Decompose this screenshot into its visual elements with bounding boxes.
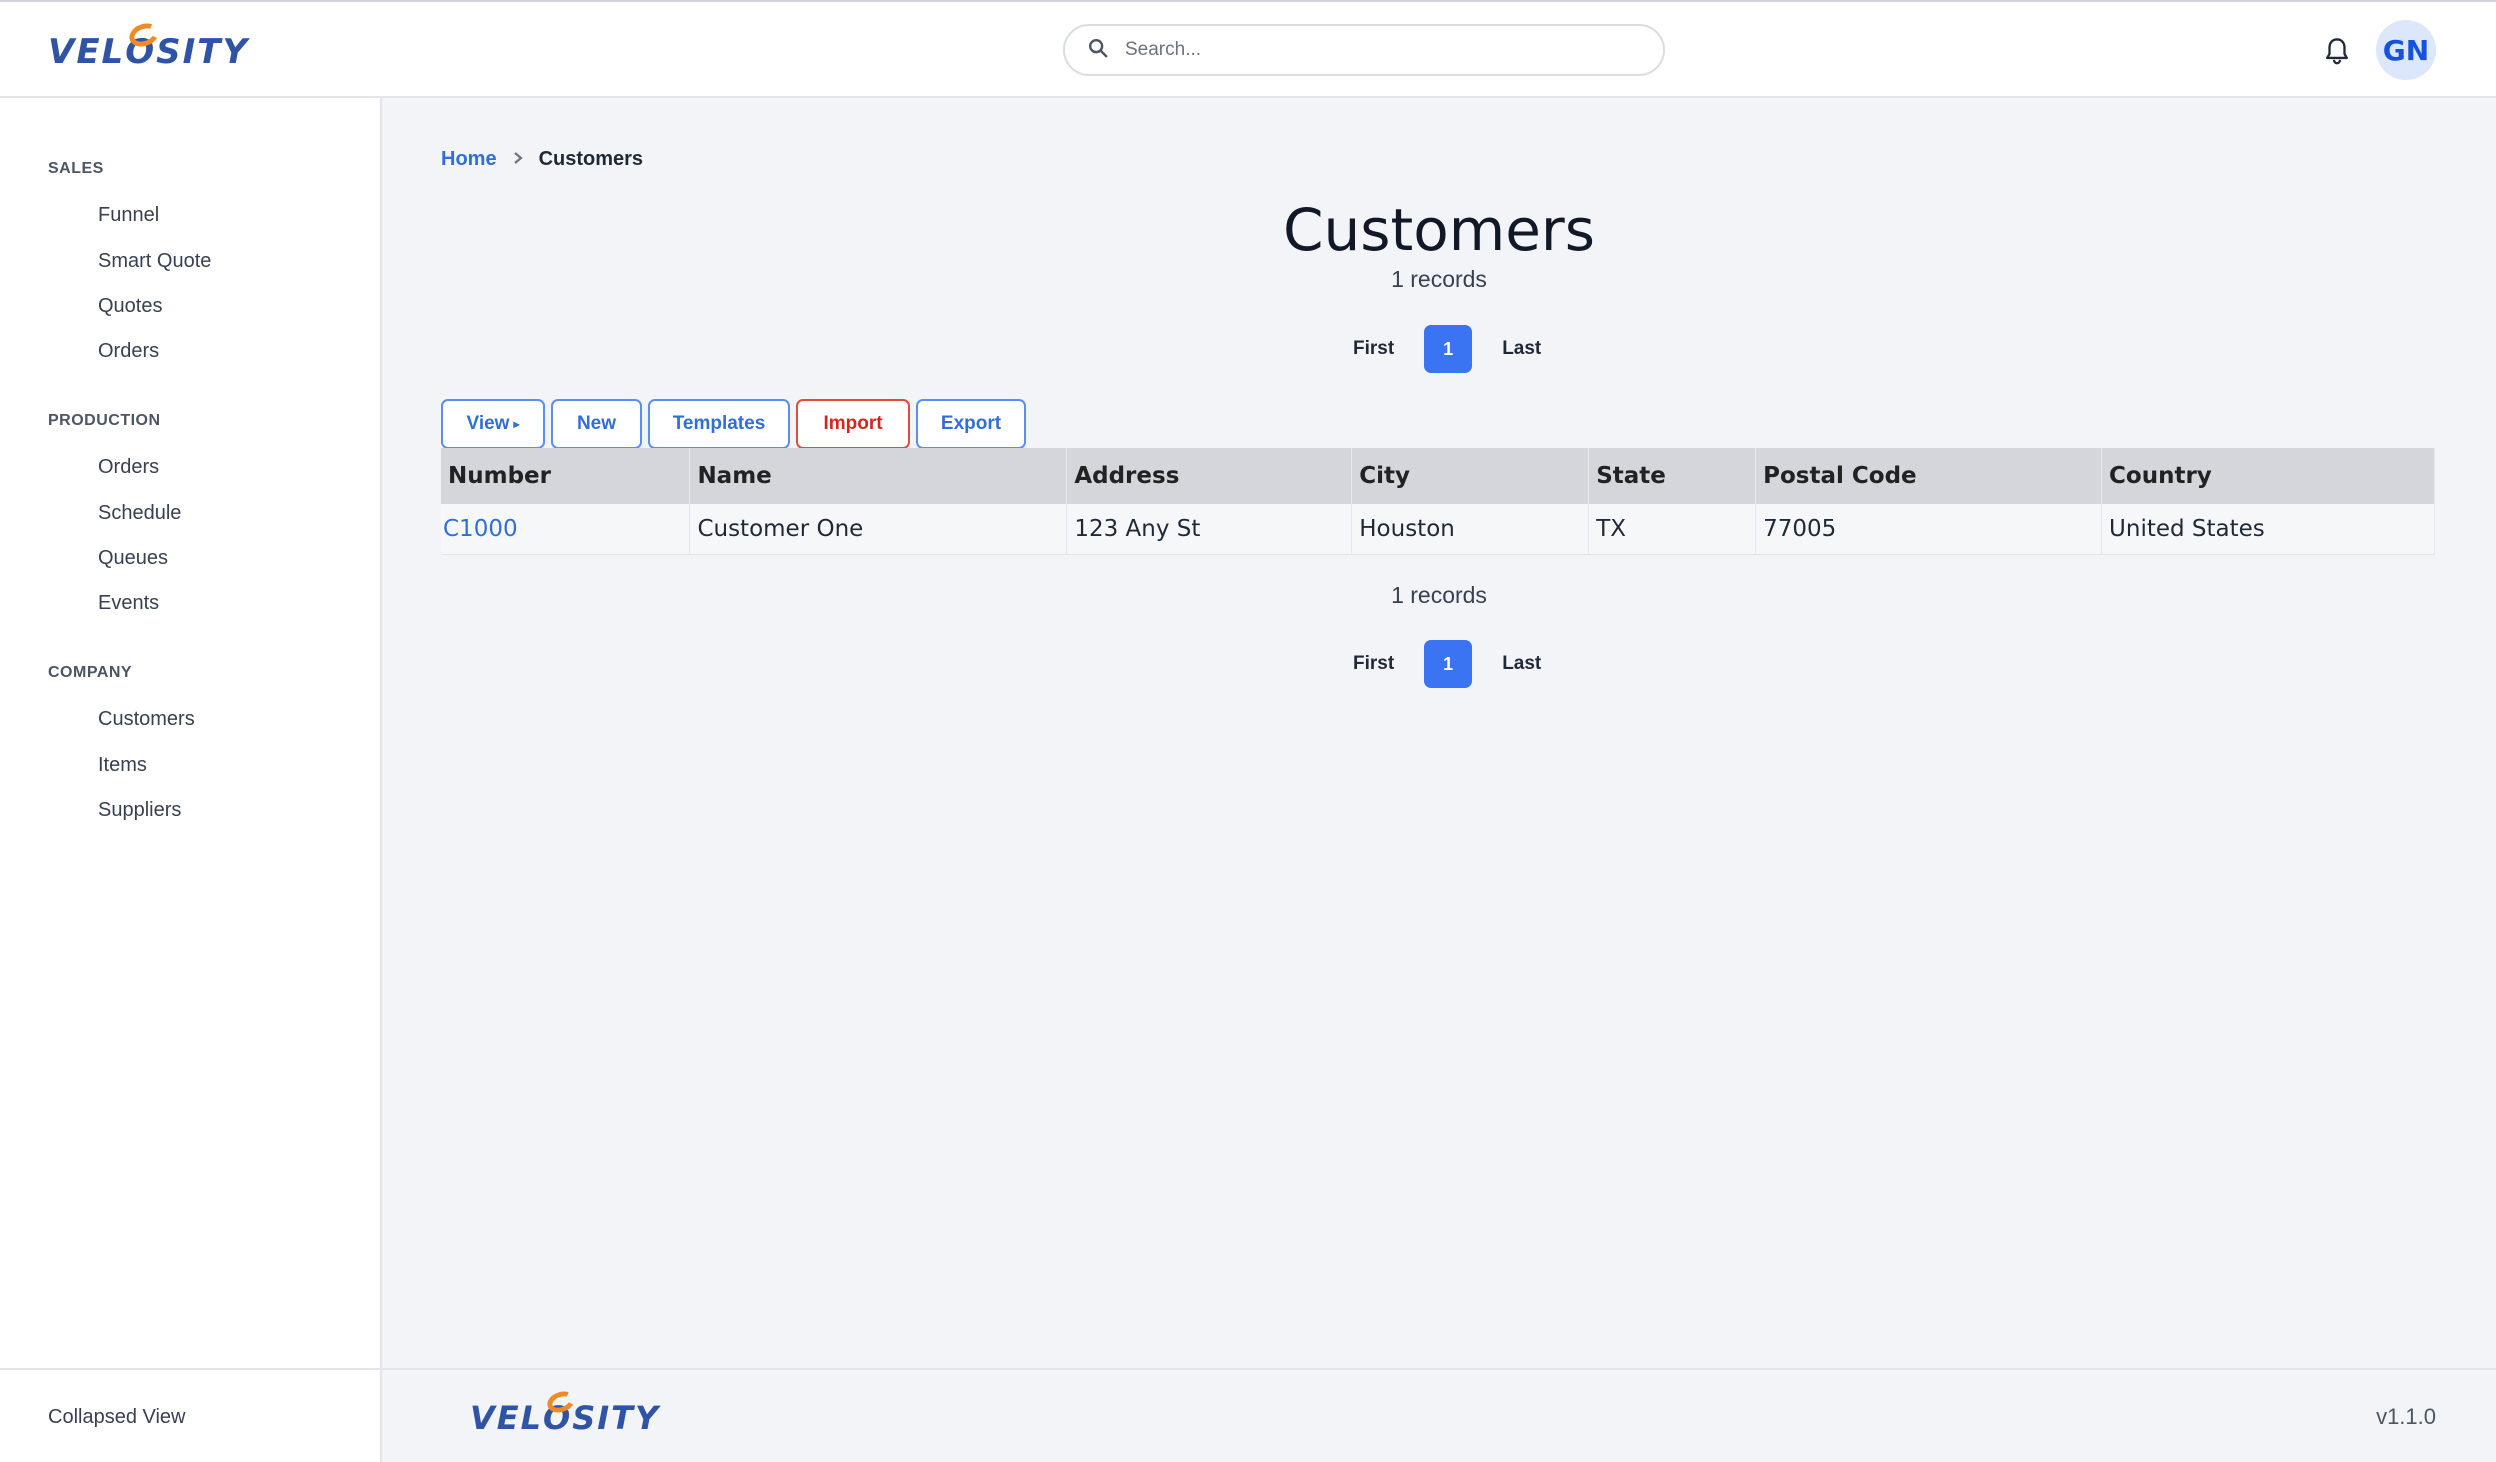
- column-header-country[interactable]: Country: [2101, 448, 2435, 504]
- pagination-bottom: First 1 Last: [1353, 640, 1541, 688]
- cell-state: TX: [1588, 504, 1757, 555]
- logo-text-left: VEL: [470, 1399, 544, 1437]
- collapsed-view-toggle[interactable]: Collapsed View: [48, 1406, 186, 1429]
- import-button[interactable]: Import: [796, 399, 910, 449]
- version-label: v1.1.0: [2376, 1404, 2436, 1429]
- breadcrumb-current: Customers: [538, 148, 644, 170]
- sidebar-item-production-orders[interactable]: Orders: [98, 456, 159, 479]
- export-button[interactable]: Export: [916, 399, 1026, 449]
- table-header-row: Number Name Address City State Postal Co…: [441, 448, 2435, 504]
- search-icon: [1087, 37, 1109, 64]
- sidebar-item-smart-quote[interactable]: Smart Quote: [98, 250, 211, 273]
- pagination-first[interactable]: First: [1353, 338, 1394, 360]
- pagination-last[interactable]: Last: [1502, 338, 1541, 360]
- templates-button[interactable]: Templates: [648, 399, 790, 449]
- sidebar-item-items[interactable]: Items: [98, 754, 147, 777]
- sidebar-item-events[interactable]: Events: [98, 592, 159, 615]
- breadcrumb: Home Customers: [441, 148, 643, 171]
- pagination-page-current[interactable]: 1: [1424, 325, 1473, 373]
- column-header-name[interactable]: Name: [689, 448, 1068, 504]
- sidebar-item-quotes[interactable]: Quotes: [98, 295, 162, 318]
- logo-text-right: SITY: [572, 1399, 661, 1437]
- main-footer: VEL O SITY v1.1.0: [382, 1368, 2496, 1462]
- cell-country: United States: [2101, 504, 2435, 555]
- column-header-state[interactable]: State: [1588, 448, 1757, 504]
- sidebar-item-suppliers[interactable]: Suppliers: [98, 799, 181, 822]
- caret-right-icon: ▸: [513, 417, 520, 431]
- pagination-first[interactable]: First: [1353, 653, 1394, 675]
- table-toolbar: View ▸ New Templates Import Export: [441, 399, 1032, 449]
- sidebar-section-sales: SALES: [48, 160, 104, 177]
- breadcrumb-home[interactable]: Home: [441, 148, 497, 171]
- cell-name: Customer One: [689, 504, 1068, 555]
- top-header: VEL O SITY GN: [0, 0, 2496, 98]
- search-input[interactable]: [1125, 39, 1625, 61]
- view-button[interactable]: View ▸: [441, 399, 545, 449]
- customer-number-link[interactable]: C1000: [441, 504, 691, 555]
- column-header-number[interactable]: Number: [441, 448, 691, 504]
- logo-o: O: [125, 19, 163, 72]
- velosity-logo[interactable]: VEL O SITY: [48, 19, 250, 78]
- column-header-address[interactable]: Address: [1066, 448, 1353, 504]
- search-box[interactable]: [1063, 24, 1665, 76]
- pagination-top: First 1 Last: [1353, 325, 1541, 373]
- cell-postal-code: 77005: [1755, 504, 2103, 555]
- cell-address: 123 Any St: [1066, 504, 1353, 555]
- logo-o: O: [543, 1387, 578, 1437]
- sidebar-item-schedule[interactable]: Schedule: [98, 502, 181, 525]
- footer-velosity-logo: VEL O SITY: [470, 1387, 661, 1442]
- user-avatar[interactable]: GN: [2376, 20, 2436, 80]
- sidebar-item-sales-orders[interactable]: Orders: [98, 340, 159, 363]
- records-count-bottom: 1 records: [1391, 582, 1487, 608]
- sidebar-section-production: PRODUCTION: [48, 412, 161, 429]
- sidebar: SALES Funnel Smart Quote Quotes Orders P…: [0, 98, 382, 1368]
- table-row[interactable]: C1000 Customer One 123 Any St Houston TX…: [441, 504, 2435, 555]
- page-title: Customers: [1283, 196, 1595, 264]
- chevron-right-icon: [513, 148, 523, 171]
- sidebar-footer: Collapsed View: [0, 1368, 382, 1462]
- sidebar-section-company: COMPANY: [48, 664, 133, 681]
- notification-bell-icon[interactable]: [2320, 34, 2354, 68]
- cell-city: Houston: [1351, 504, 1590, 555]
- pagination-page-current[interactable]: 1: [1424, 640, 1473, 688]
- customers-table: Number Name Address City State Postal Co…: [441, 448, 2435, 555]
- pagination-last[interactable]: Last: [1502, 653, 1541, 675]
- logo-text-left: VEL: [48, 32, 126, 72]
- column-header-city[interactable]: City: [1351, 448, 1590, 504]
- sidebar-item-customers[interactable]: Customers: [98, 708, 195, 731]
- sidebar-item-queues[interactable]: Queues: [98, 547, 168, 570]
- sidebar-item-funnel[interactable]: Funnel: [98, 204, 159, 227]
- records-count-top: 1 records: [1391, 266, 1487, 292]
- column-header-postal-code[interactable]: Postal Code: [1755, 448, 2103, 504]
- new-button[interactable]: New: [551, 399, 642, 449]
- logo-text-right: SITY: [156, 32, 250, 72]
